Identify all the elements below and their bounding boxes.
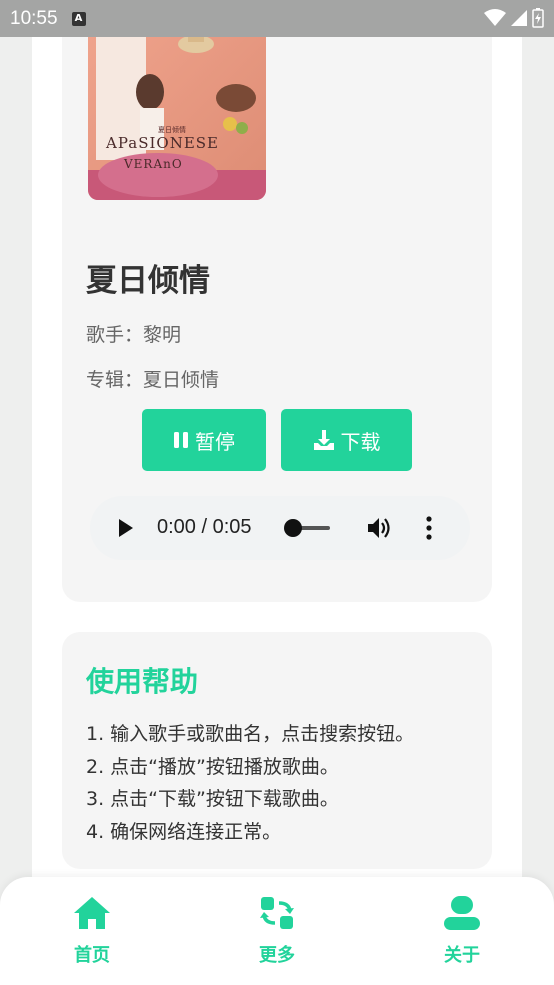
user-icon <box>444 896 480 930</box>
home-icon <box>74 897 110 929</box>
download-button[interactable]: 下载 <box>281 409 412 471</box>
download-icon <box>313 430 334 450</box>
notification-icon: A <box>71 11 86 26</box>
status-bar: 10:55 A <box>0 0 554 37</box>
nav-item-more[interactable]: 更多 <box>227 895 327 967</box>
album-cover: 夏日倾情 APaSIONESE VERAnO <box>88 20 266 200</box>
cover-main-text: APaSIONESE <box>105 134 219 152</box>
download-label: 下载 <box>340 429 381 454</box>
nav-label-home: 首页 <box>74 945 110 966</box>
status-icons <box>484 8 544 28</box>
wifi-icon <box>484 9 506 26</box>
help-item: 3. 点击“下载”按钮下载歌曲。 <box>86 788 339 810</box>
more-options-icon[interactable] <box>426 516 432 540</box>
cover-sub-text: VERAnO <box>123 157 183 171</box>
song-title: 夏日倾情 <box>86 263 210 299</box>
help-list: 1. 输入歌手或歌曲名，点击搜索按钮。 2. 点击“播放”按钮播放歌曲。 3. … <box>86 718 414 848</box>
audio-time: 0:00 / 0:05 <box>157 516 252 538</box>
help-item: 2. 点击“播放”按钮播放歌曲。 <box>86 755 339 778</box>
nav-label-more: 更多 <box>259 945 295 966</box>
nav-item-home[interactable]: 首页 <box>42 895 142 967</box>
volume-icon[interactable] <box>367 516 393 540</box>
help-title: 使用帮助 <box>86 665 199 698</box>
album-line: 专辑：夏日倾情 <box>86 369 220 391</box>
audio-player: 0:00 / 0:05 <box>90 496 470 560</box>
bottom-nav: 首页 更多 关于 <box>0 877 554 985</box>
pause-icon <box>174 432 188 448</box>
audio-seek-thumb[interactable] <box>284 519 302 537</box>
nav-item-about[interactable]: 关于 <box>412 895 512 967</box>
play-icon[interactable] <box>118 518 134 538</box>
help-item: 4. 确保网络连接正常。 <box>86 820 282 843</box>
pause-button[interactable]: 暂停 <box>142 409 266 471</box>
battery-icon <box>532 8 544 28</box>
help-item: 1. 输入歌手或歌曲名，点击搜索按钮。 <box>86 723 415 745</box>
artist-line: 歌手：黎明 <box>86 324 182 346</box>
pause-label: 暂停 <box>195 429 235 454</box>
switch-icon <box>260 897 294 929</box>
status-time: 10:55 <box>10 7 58 29</box>
signal-icon <box>511 10 527 26</box>
cover-title-text: 夏日倾情 <box>158 125 186 134</box>
nav-label-about: 关于 <box>444 945 480 966</box>
